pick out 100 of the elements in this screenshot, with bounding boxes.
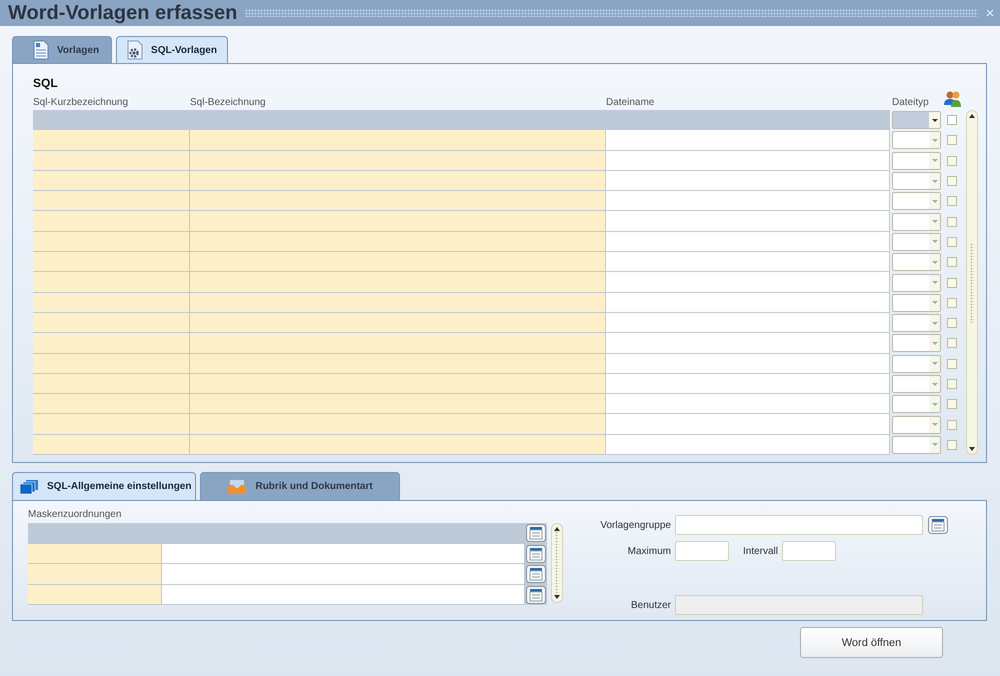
table-cell[interactable] [190,191,606,212]
table-cell[interactable] [606,354,890,374]
dropdown[interactable] [892,253,941,272]
checkbox[interactable] [947,338,957,348]
scrollbar[interactable] [966,110,978,455]
list-picker-icon[interactable] [526,586,546,604]
table-cell[interactable] [606,232,890,252]
close-icon[interactable] [986,9,994,17]
table-cell[interactable] [33,130,190,151]
table-cell[interactable] [190,374,606,394]
checkbox[interactable] [947,318,957,328]
dropdown[interactable] [892,152,941,170]
table-cell[interactable] [606,333,890,354]
table-cell[interactable] [33,292,190,313]
table-cell[interactable] [190,252,606,272]
dropdown[interactable] [892,294,941,312]
table-cell[interactable] [33,232,190,252]
table-cell[interactable] [606,312,890,334]
dropdown[interactable] [892,395,941,414]
list-picker-icon[interactable] [526,524,546,542]
checkbox[interactable] [947,176,957,186]
table-cell[interactable] [162,544,525,564]
table-cell[interactable] [33,333,190,354]
table-cell[interactable] [28,564,162,584]
table-cell[interactable] [606,170,890,192]
dropdown[interactable] [892,375,941,393]
table-cell[interactable] [606,272,890,293]
dropdown[interactable] [892,416,941,434]
table-cell[interactable] [33,312,190,334]
dropdown[interactable] [892,111,941,130]
checkbox[interactable] [947,196,957,206]
tab[interactable]: SQL-Vorlagen [116,36,228,63]
checkbox[interactable] [947,135,957,146]
table-cell[interactable] [33,170,190,192]
table-cell[interactable] [606,434,890,456]
table-cell[interactable] [190,312,606,334]
table-cell[interactable] [162,584,525,605]
table-cell[interactable] [190,292,606,313]
checkbox[interactable] [947,420,957,430]
dropdown[interactable] [892,232,941,251]
checkbox[interactable] [947,115,957,126]
input-field[interactable] [675,515,923,535]
table-cell[interactable] [33,394,190,414]
input-field[interactable] [782,541,836,561]
checkbox[interactable] [947,257,957,268]
table-cell[interactable] [190,414,606,435]
dropdown[interactable] [892,334,941,352]
dropdown[interactable] [892,131,941,150]
dropdown[interactable] [892,172,941,190]
checkbox[interactable] [947,358,957,369]
table-cell[interactable] [190,354,606,374]
checkbox[interactable] [947,156,957,166]
table-cell[interactable] [190,434,606,456]
list-picker-icon[interactable] [526,565,546,584]
table-cell[interactable] [190,333,606,354]
checkbox[interactable] [947,399,957,410]
table-cell[interactable] [190,110,606,130]
scrollbar[interactable] [551,523,563,603]
table-cell[interactable] [28,584,162,605]
table-cell[interactable] [33,414,190,435]
list-picker-icon[interactable] [526,544,546,563]
table-cell[interactable] [190,211,606,232]
tab[interactable]: Vorlagen [12,36,112,63]
table-cell[interactable] [606,414,890,435]
table-cell[interactable] [190,272,606,293]
table-cell[interactable] [28,544,162,564]
checkbox[interactable] [947,440,957,450]
table-cell[interactable] [33,434,190,456]
dropdown[interactable] [892,436,941,454]
table-cell[interactable] [33,191,190,212]
table-cell[interactable] [606,150,890,171]
table-cell[interactable] [606,394,890,414]
table-cell[interactable] [606,110,890,130]
table-cell[interactable] [33,252,190,272]
checkbox[interactable] [947,278,957,288]
dropdown[interactable] [892,354,941,373]
tab[interactable]: Rubrik und Dokumentart [200,472,400,500]
checkbox[interactable] [947,379,957,389]
table-cell[interactable] [33,211,190,232]
table-cell[interactable] [33,272,190,293]
table-cell[interactable] [190,232,606,252]
table-cell[interactable] [606,211,890,232]
table-cell[interactable] [33,374,190,394]
table-cell[interactable] [190,170,606,192]
tab[interactable]: SQL-Allgemeine einstellungen [12,472,196,500]
table-cell[interactable] [606,130,890,151]
list-picker-icon[interactable] [928,516,948,534]
table-cell[interactable] [190,130,606,151]
input-field[interactable] [675,541,729,561]
table-cell[interactable] [162,564,525,584]
table-cell[interactable] [28,523,162,544]
table-cell[interactable] [190,150,606,171]
table-cell[interactable] [606,292,890,313]
dropdown[interactable] [892,314,941,332]
table-cell[interactable] [33,110,190,130]
dropdown[interactable] [892,192,941,210]
checkbox[interactable] [947,298,957,308]
table-cell[interactable] [190,394,606,414]
word-open-button[interactable]: Word öffnen [800,627,943,658]
table-cell[interactable] [33,354,190,374]
